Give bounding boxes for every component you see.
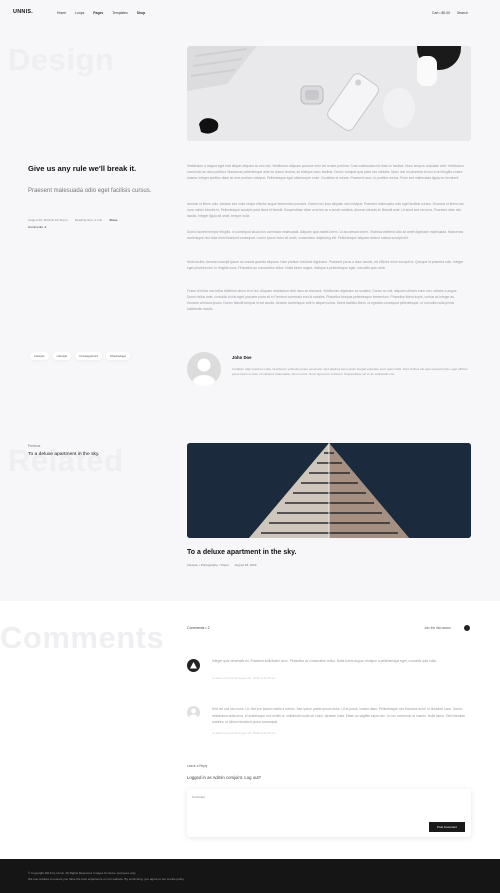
commenter-avatar: [187, 659, 200, 672]
post-comment-button[interactable]: Post Comment: [429, 822, 465, 832]
desk-illustration: [187, 46, 471, 141]
previous-post-link[interactable]: To a deluxe apartment in the sky.: [28, 452, 99, 457]
nav-item-pages[interactable]: Pages: [93, 11, 103, 15]
related-post-image[interactable]: [187, 443, 471, 538]
header-actions: Cart • $0.00 Search: [432, 11, 468, 15]
comment-date[interactable]: vs-adwin-comments August 21, 2019 at 11:…: [212, 731, 275, 735]
post-paragraph: Vestibulum a magna eget erat aliquet ali…: [187, 164, 464, 180]
share-link[interactable]: Share: [109, 218, 117, 222]
main-nav: Home Loops Pages Templates Shop: [57, 11, 145, 15]
footer-copyright: © Copyright 2019 by Unnis. All Rights Re…: [28, 871, 137, 875]
site-logo[interactable]: UNNIS.: [13, 9, 33, 15]
comment-text: Integer quis venenatis mi. Praesent soll…: [212, 659, 437, 663]
post-hero-image: [187, 46, 471, 141]
comment-text: Sed vel orci nec nunc. Ut. Sed pre ipsum…: [212, 707, 466, 724]
ghost-heading-related: Related: [8, 443, 124, 478]
footer-cookie-notice: We use cookies to ensure you have the be…: [28, 877, 185, 881]
post-paragraph: Fusce id tellus non tellus eleifend rutr…: [187, 289, 458, 311]
avatar-placeholder-icon: [192, 358, 216, 386]
related-post-category[interactable]: Lifestyle • Photography • Travel: [187, 563, 229, 567]
nav-item-home[interactable]: Home: [57, 11, 66, 15]
post-paragraph: Aenean in libero odio. Aenean sed nulla …: [187, 202, 464, 218]
author-avatar: [187, 352, 221, 386]
nav-item-templates[interactable]: Templates: [112, 11, 127, 15]
tag-link[interactable]: Lifestyle: [30, 352, 49, 360]
previous-label: Previous: [28, 444, 41, 448]
logged-in-notice[interactable]: Logged in as Admin comjoint. Log out?: [187, 775, 261, 780]
ghost-heading-design: Design: [8, 42, 115, 77]
reading-time: Reading time: 2 min: [74, 218, 103, 222]
comments-link[interactable]: Comments: 2: [28, 225, 46, 229]
commenter-avatar: [187, 706, 200, 719]
site-footer: [0, 859, 500, 893]
tag-link[interactable]: Uncategorized: [75, 352, 102, 360]
tag-link[interactable]: Shadowlogic: [105, 352, 131, 360]
comments-count: Comments • 2: [187, 626, 210, 630]
post-date: August 20, 2019 at 10:40 pm: [28, 218, 68, 222]
post-paragraph: Nulla facilisi. Aenean suscipit ipsum ac…: [187, 260, 464, 270]
tag-link[interactable]: Lifestyle: [52, 352, 72, 360]
site-header: UNNIS. Home Loops Pages Templates Shop C…: [0, 0, 500, 26]
post-title: Give us any rule we'll break it.: [28, 164, 137, 173]
comment-date[interactable]: vs-adwin-comments August 21, 2019 at 11:…: [212, 676, 275, 680]
logo-icon: [190, 662, 197, 669]
related-post-title[interactable]: To a deluxe apartment in the sky.: [187, 549, 296, 556]
search-link[interactable]: Search: [457, 11, 468, 15]
post-meta: August 20, 2019 at 10:40 pm Reading time…: [28, 218, 118, 222]
author-name[interactable]: John Doe: [232, 355, 252, 360]
author-bio: Curabitur dapi interdum nulla, Vestibulu…: [232, 367, 468, 376]
comment-textarea[interactable]: [192, 795, 462, 799]
post-paragraph: Donec laoreet tempor fringilla. In conse…: [187, 230, 464, 240]
comments-sort-link[interactable]: Join the discussion: [424, 626, 451, 630]
leave-reply-heading: Leave a Reply: [187, 764, 208, 768]
cart-link[interactable]: Cart • $0.00: [432, 11, 450, 15]
ghost-heading-comments: Comments: [0, 620, 165, 655]
post-subtitle: Praesent malesuada odio eget facilisis c…: [28, 188, 152, 194]
nav-item-shop[interactable]: Shop: [137, 11, 145, 15]
avatar-placeholder-icon: [189, 708, 198, 719]
post-tags: Lifestyle Lifestyle Uncategorized Shadow…: [30, 352, 131, 360]
related-post-meta: Lifestyle • Photography • Travel August …: [187, 563, 256, 567]
building-illustration: [187, 443, 471, 538]
related-post-date: August 18, 2019: [234, 563, 257, 567]
nav-item-loops[interactable]: Loops: [75, 11, 84, 15]
chevron-down-icon[interactable]: [464, 625, 470, 637]
